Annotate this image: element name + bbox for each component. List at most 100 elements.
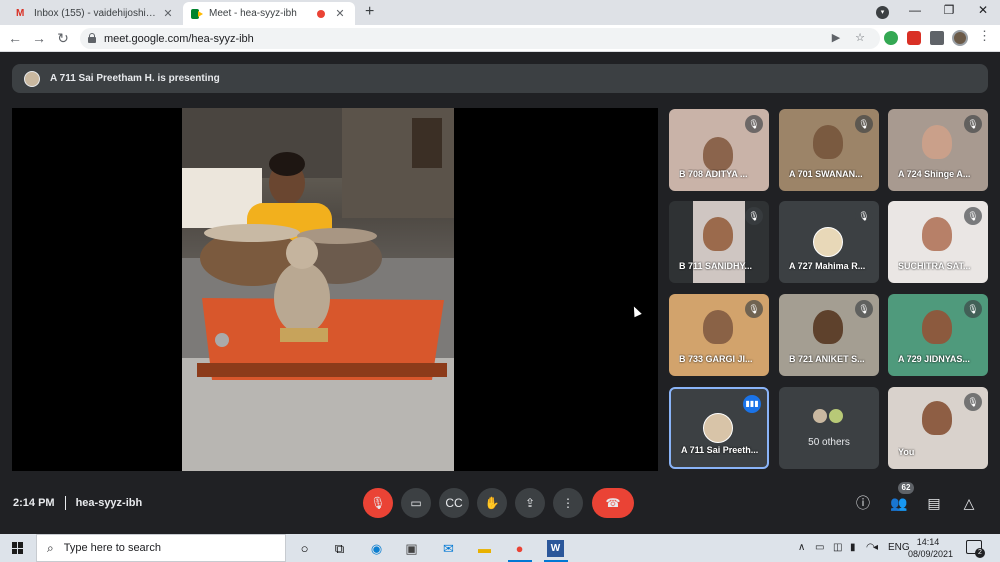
- camera-button[interactable]: ▭: [401, 488, 431, 518]
- chat-icon[interactable]: ▤: [924, 493, 944, 513]
- lock-icon[interactable]: [88, 33, 96, 43]
- chrome-menu-icon[interactable]: ⋮: [978, 28, 991, 44]
- battery-icon[interactable]: ▭: [815, 542, 824, 553]
- close-tab-icon[interactable]: ✕: [161, 7, 175, 20]
- participant-tile[interactable]: 🎙 B 733 GARGI JI...: [669, 294, 769, 376]
- tab-search-icon[interactable]: ▾: [876, 6, 889, 19]
- participant-name: A 701 SWANAN...: [789, 169, 863, 179]
- participant-tile[interactable]: 🎙 B 721 ANIKET S...: [779, 294, 879, 376]
- taskbar-search-box[interactable]: ⌕ Type here to search: [36, 534, 286, 562]
- address-bar[interactable]: meet.google.com/hea-syyz-ibh: [80, 28, 880, 49]
- search-icon: ⌕: [47, 540, 54, 555]
- participant-tile-active-speaker[interactable]: ▮▮▮ A 711 Sai Preeth...: [669, 387, 769, 469]
- presentation-stage[interactable]: [12, 108, 658, 471]
- back-arrow-icon[interactable]: ←: [6, 30, 24, 46]
- tray-overflow-icon[interactable]: ∧: [798, 542, 805, 553]
- mic-muted-icon: 🎙: [745, 300, 763, 318]
- meeting-info-icon[interactable]: ⓘ: [853, 493, 873, 513]
- mic-muted-icon: 🎙: [964, 393, 982, 411]
- people-icon[interactable]: 👥: [889, 493, 909, 513]
- meet-icon: [191, 8, 203, 19]
- people-count-badge: 62: [898, 482, 914, 494]
- minimize-button[interactable]: —: [905, 3, 925, 17]
- participant-name: B 721 ANIKET S...: [789, 354, 865, 364]
- present-now-button[interactable]: ⇪: [515, 488, 545, 518]
- meeting-time: 2:14 PM: [13, 497, 55, 509]
- restore-button[interactable]: ❐: [939, 3, 959, 17]
- leave-call-button[interactable]: ☎: [592, 488, 634, 518]
- participant-tile[interactable]: 🎙 B 711 SANIDHY...: [669, 201, 769, 283]
- participant-tile[interactable]: 🎙 A 729 JIDNYAS...: [888, 294, 988, 376]
- extensions-puzzle-icon[interactable]: [930, 31, 944, 45]
- mic-muted-icon: 🎙: [964, 300, 982, 318]
- participant-tile[interactable]: 🎙 A 724 Shinge A...: [888, 109, 988, 191]
- mail-icon[interactable]: ✉: [440, 540, 457, 557]
- close-window-button[interactable]: ✕: [973, 3, 993, 17]
- windows-start-icon[interactable]: [12, 542, 24, 554]
- others-count: 50 others: [808, 437, 850, 448]
- microphone-tray-icon[interactable]: ▮: [850, 542, 856, 553]
- camera-in-use-icon[interactable]: ▶: [828, 28, 844, 48]
- self-video: [922, 401, 952, 435]
- profile-avatar[interactable]: [952, 30, 968, 46]
- mic-muted-icon: 🎙: [964, 207, 982, 225]
- presenting-banner: A 711 Sai Preetham H. is presenting: [12, 64, 988, 93]
- mic-muted-icon: 🎙: [964, 115, 982, 133]
- recording-indicator-icon: [317, 9, 325, 18]
- taskbar-clock[interactable]: 14:14 08/09/2021: [908, 536, 953, 560]
- participant-tile[interactable]: 🎙 B 708 ADITYA ...: [669, 109, 769, 191]
- task-view-icon[interactable]: ⧉: [331, 540, 348, 557]
- participant-video: [813, 125, 843, 159]
- activities-icon[interactable]: △: [959, 493, 979, 513]
- language-indicator[interactable]: ENG: [888, 542, 910, 553]
- participant-video: [922, 125, 952, 159]
- raise-hand-button[interactable]: ✋: [477, 488, 507, 518]
- microphone-off-button[interactable]: 🎙: [363, 488, 393, 518]
- participant-tile[interactable]: 🎙 A 727 Mahima R...: [779, 201, 879, 283]
- windows-taskbar: ⌕ Type here to search ○ ⧉ ◉ ▣ ✉ ▬ ● W ∧ …: [0, 534, 1000, 562]
- mic-muted-icon: 🎙: [855, 207, 873, 225]
- participant-name: You: [898, 447, 915, 457]
- presenting-text: A 711 Sai Preetham H. is presenting: [50, 73, 220, 84]
- browser-toolbar: ← → ↻ meet.google.com/hea-syyz-ibh ▶ ☆: [0, 25, 1000, 52]
- participant-tile[interactable]: 🎙 A 701 SWANAN...: [779, 109, 879, 191]
- others-avatars: [811, 407, 845, 425]
- more-options-button[interactable]: ⋮: [553, 488, 583, 518]
- tab-title: Meet - hea-syyz-ibh: [209, 8, 297, 19]
- participant-video: [922, 310, 952, 344]
- edge-icon[interactable]: ◉: [368, 540, 385, 557]
- participant-name: B 708 ADITYA ...: [679, 169, 748, 179]
- meeting-code: hea-syyz-ibh: [75, 497, 143, 509]
- participant-tile[interactable]: 🎙 SUCHITRA SAT...: [888, 201, 988, 283]
- participant-name: A 711 Sai Preeth...: [681, 445, 759, 455]
- others-tile[interactable]: 50 others: [779, 387, 879, 469]
- new-tab-button[interactable]: +: [365, 3, 374, 21]
- participant-avatar: [703, 413, 733, 443]
- participant-avatar: [813, 227, 843, 257]
- volume-icon[interactable]: ◂: [873, 542, 878, 553]
- participant-name: B 733 GARGI JI...: [679, 354, 753, 364]
- mic-muted-icon: 🎙: [855, 300, 873, 318]
- captions-button[interactable]: CC: [439, 488, 469, 518]
- taskbar-time: 14:14: [916, 537, 940, 547]
- extension-icon[interactable]: [884, 31, 898, 45]
- speaking-indicator-icon: ▮▮▮: [743, 395, 761, 413]
- cortana-icon[interactable]: ○: [296, 540, 313, 557]
- camera-tray-icon[interactable]: ◫: [833, 542, 842, 553]
- mic-muted-icon: 🎙: [745, 207, 763, 225]
- tab-google-meet[interactable]: Meet - hea-syyz-ibh ✕: [183, 2, 355, 25]
- close-tab-icon[interactable]: ✕: [333, 7, 347, 20]
- notification-count-badge: 2: [975, 548, 985, 558]
- word-icon[interactable]: W: [547, 540, 564, 557]
- forward-arrow-icon[interactable]: →: [30, 30, 48, 46]
- store-icon[interactable]: ▣: [403, 540, 420, 557]
- reload-icon[interactable]: ↻: [54, 30, 72, 46]
- participant-face: [703, 217, 733, 251]
- extension-icon[interactable]: [907, 31, 921, 45]
- self-view-tile[interactable]: 🎙 You: [888, 387, 988, 469]
- participant-name: SUCHITRA SAT...: [898, 261, 971, 271]
- tab-gmail-inbox[interactable]: M Inbox (155) - vaidehijoshi@mes.a ✕: [8, 2, 183, 25]
- chrome-icon[interactable]: ●: [511, 540, 528, 557]
- bookmark-star-icon[interactable]: ☆: [852, 28, 868, 48]
- file-explorer-icon[interactable]: ▬: [476, 540, 493, 557]
